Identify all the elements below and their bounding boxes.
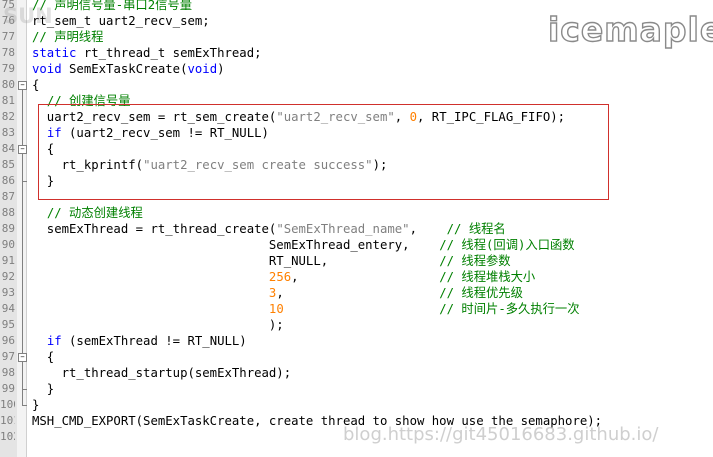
line-number: 79 bbox=[1, 62, 15, 75]
line-number: 84 bbox=[1, 142, 15, 155]
code-line[interactable]: 3, // 线程优先级 bbox=[32, 285, 523, 301]
code-line[interactable]: void SemExTaskCreate(void) bbox=[32, 61, 225, 77]
line-number: 98 bbox=[1, 366, 15, 379]
code-line[interactable]: // 动态创建线程 bbox=[32, 205, 143, 221]
code-line[interactable]: 256, // 线程堆栈大小 bbox=[32, 269, 535, 285]
code-line[interactable]: static rt_thread_t semExThread; bbox=[32, 45, 262, 61]
line-number: 95 bbox=[1, 318, 15, 331]
line-number: 99 bbox=[1, 382, 15, 395]
line-number: 78 bbox=[1, 46, 15, 59]
line-number: 100 bbox=[0, 398, 15, 411]
code-line[interactable]: } bbox=[32, 381, 54, 397]
code-line[interactable]: semExThread = rt_thread_create("SemExThr… bbox=[32, 221, 506, 237]
line-number: 90 bbox=[1, 238, 15, 251]
line-number: 81 bbox=[1, 94, 15, 107]
fold-end-marker bbox=[22, 389, 27, 390]
fold-end-marker bbox=[22, 181, 27, 182]
line-number: 97 bbox=[1, 350, 15, 363]
line-number: 86 bbox=[1, 174, 15, 187]
line-number: 91 bbox=[1, 254, 15, 267]
code-line[interactable]: RT_NULL, // 线程参数 bbox=[32, 253, 511, 269]
line-number: 83 bbox=[1, 126, 15, 139]
fold-end-marker bbox=[22, 405, 27, 406]
fold-guide-line bbox=[22, 361, 23, 389]
code-line[interactable]: 10 // 时间片-多久执行一次 bbox=[32, 301, 580, 317]
watermark-logo-left: SUN bbox=[3, 4, 53, 28]
line-number: 92 bbox=[1, 270, 15, 283]
code-line[interactable]: SemExThread_entery, // 线程(回调)入口函数 bbox=[32, 237, 575, 253]
line-number: 89 bbox=[1, 222, 15, 235]
line-number: 88 bbox=[1, 206, 15, 219]
line-number: 93 bbox=[1, 286, 15, 299]
fold-guide-line bbox=[22, 153, 23, 181]
code-line[interactable]: rt_thread_startup(semExThread); bbox=[32, 365, 292, 381]
highlight-annotation-box bbox=[38, 104, 609, 200]
watermark-logo-icemaple: icemaple bbox=[547, 9, 713, 49]
line-number: 101 bbox=[0, 414, 15, 427]
line-number: 102 bbox=[0, 430, 15, 443]
line-number: 80 bbox=[1, 78, 15, 91]
watermark-blog-url: blog.https://git45016683.github.io/ bbox=[343, 424, 659, 445]
line-number: 96 bbox=[1, 334, 15, 347]
line-number: 85 bbox=[1, 158, 15, 171]
code-line[interactable]: } bbox=[32, 397, 39, 413]
code-line[interactable]: ); bbox=[32, 317, 284, 333]
code-line[interactable]: if (semExThread != RT_NULL) bbox=[32, 333, 247, 349]
line-number: 82 bbox=[1, 110, 15, 123]
code-line[interactable]: { bbox=[32, 349, 54, 365]
line-number: 87 bbox=[1, 190, 15, 203]
code-line[interactable]: { bbox=[32, 77, 39, 93]
line-number: 94 bbox=[1, 302, 15, 315]
code-editor[interactable]: 75// 声明信号量-串口2信号量 76 rt_sem_t uart2_recv_s… bbox=[0, 0, 713, 457]
